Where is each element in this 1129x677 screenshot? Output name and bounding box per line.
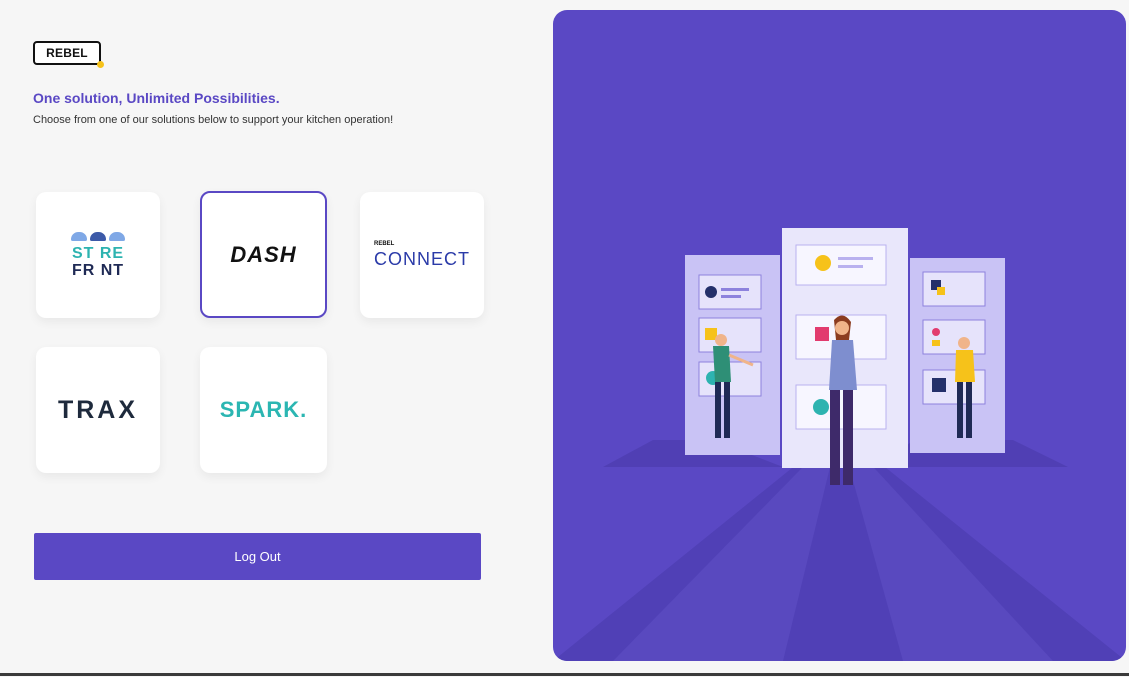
storefront-line-1: ST RE xyxy=(71,244,125,262)
solution-picker-page: REBEL One solution, Unlimited Possibilit… xyxy=(0,0,1129,677)
page-title: One solution, Unlimited Possibilities. xyxy=(33,90,280,106)
page-subtitle: Choose from one of our solutions below t… xyxy=(33,114,394,126)
rebel-logo-text: REBEL xyxy=(46,46,88,60)
solution-card-connect[interactable]: REBEL CONNECT xyxy=(360,192,484,318)
storefront-awning-icon xyxy=(71,231,125,241)
spark-logo: SPARK. xyxy=(219,397,308,422)
storefront-line-2: FR NT xyxy=(71,261,125,279)
solution-card-trax[interactable]: TRAX xyxy=(36,347,160,473)
solution-card-storefront[interactable]: ST RE FR NT xyxy=(36,192,160,318)
people-dashboard-illustration xyxy=(553,228,1126,661)
connect-logo: REBEL CONNECT xyxy=(374,241,470,270)
solution-card-spark[interactable]: SPARK. xyxy=(200,347,327,473)
connect-logo-prefix: REBEL xyxy=(374,240,395,247)
solution-card-dash[interactable]: DASH xyxy=(200,191,327,318)
logout-button[interactable]: Log Out xyxy=(34,533,481,580)
trax-logo: TRAX xyxy=(57,395,139,424)
bottom-divider xyxy=(0,673,1129,676)
dash-logo: DASH xyxy=(230,241,297,267)
storefront-logo: ST RE FR NT xyxy=(71,231,125,279)
logo-dot xyxy=(97,61,104,68)
left-panel: REBEL One solution, Unlimited Possibilit… xyxy=(0,0,540,670)
hero-illustration xyxy=(553,10,1126,661)
rebel-logo: REBEL xyxy=(33,41,104,68)
connect-logo-text: CONNECT xyxy=(374,248,470,269)
